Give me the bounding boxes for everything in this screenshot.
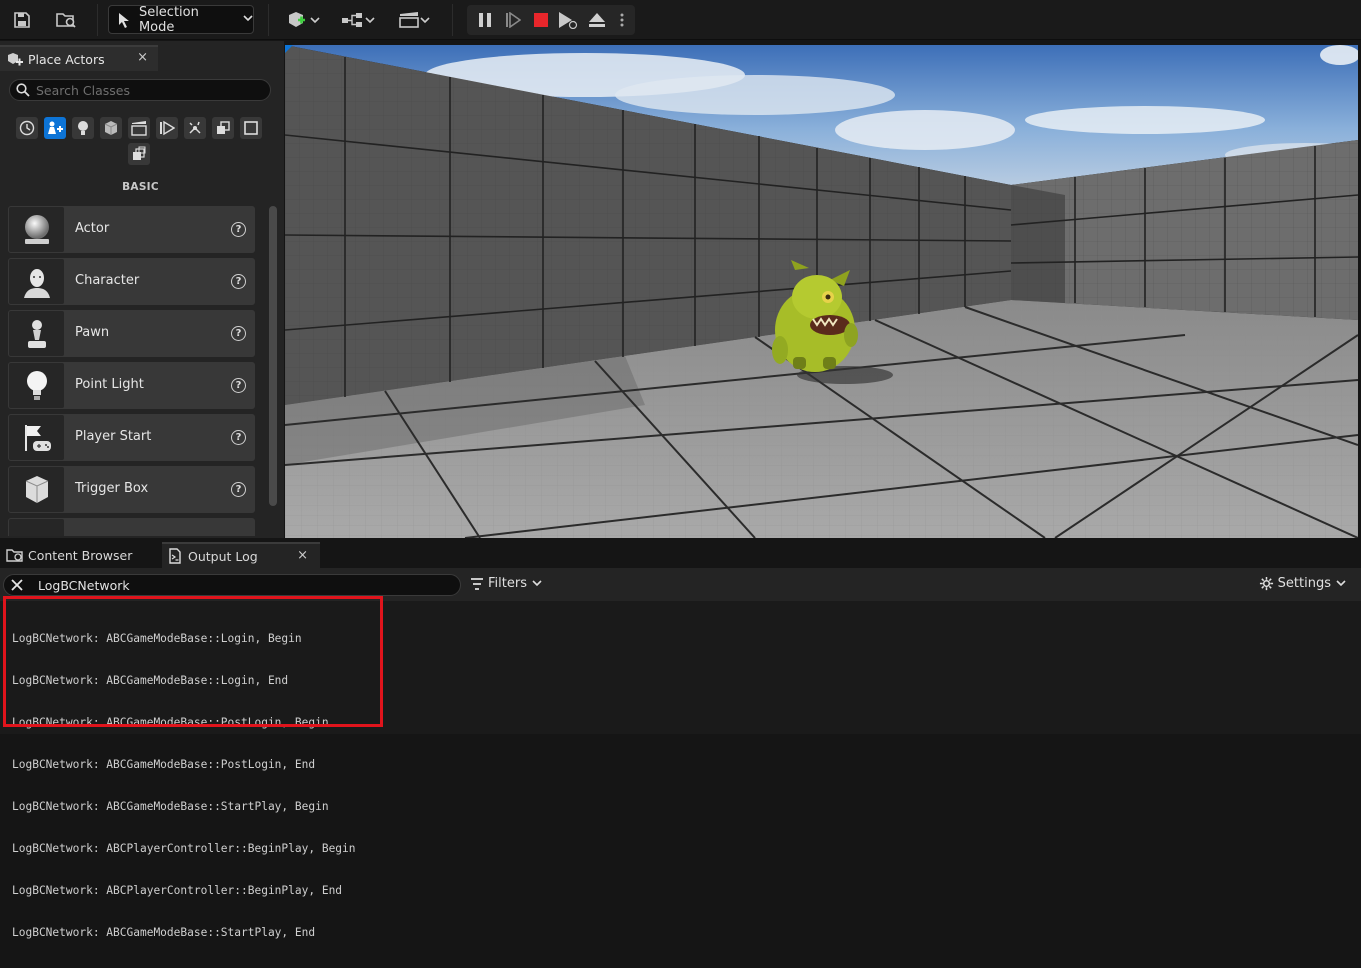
- chevron-down-icon: [1336, 580, 1346, 587]
- pawn-icon: [9, 311, 64, 356]
- actor-item-pawn[interactable]: Pawn ?: [8, 310, 255, 357]
- help-icon[interactable]: ?: [231, 430, 246, 445]
- shapes-category-icon[interactable]: [100, 117, 122, 139]
- play-controls: [467, 5, 635, 35]
- log-line: LogBCNetwork: ABCPlayerController::Begin…: [12, 842, 356, 855]
- partial-thumb-icon: [9, 519, 64, 536]
- light-bulb-icon: [9, 363, 64, 408]
- actor-item-partial[interactable]: [8, 518, 255, 536]
- basic-category-icon[interactable]: [44, 117, 66, 139]
- cinematic-category-icon[interactable]: [128, 117, 150, 139]
- clapperboard-icon: [399, 12, 419, 28]
- viewport-corner-marker: [285, 45, 293, 53]
- filters-dropdown[interactable]: Filters: [470, 576, 542, 591]
- category-heading: BASIC: [122, 181, 159, 193]
- actor-item-character[interactable]: Character ?: [8, 258, 255, 305]
- search-classes-field[interactable]: [9, 79, 271, 101]
- all-classes-category-icon[interactable]: [212, 117, 234, 139]
- actor-item-label: Player Start: [75, 429, 152, 444]
- character-icon: [9, 259, 64, 304]
- help-icon[interactable]: ?: [231, 482, 246, 497]
- other-category-icon[interactable]: [128, 143, 150, 165]
- log-line: LogBCNetwork: ABCGameModeBase::PostLogin…: [12, 758, 316, 771]
- actor-item-actor[interactable]: Actor ?: [8, 206, 255, 253]
- actor-item-label: Point Light: [75, 377, 144, 392]
- chevron-down-icon: [365, 16, 375, 23]
- browse-level-icon[interactable]: [52, 5, 80, 35]
- tab-content-browser-label: Content Browser: [28, 547, 133, 563]
- highlight-annotation-box: [3, 596, 383, 727]
- content-browser-icon: [6, 549, 23, 562]
- possess-eject-icon[interactable]: [555, 5, 581, 35]
- close-icon[interactable]: ×: [297, 548, 308, 563]
- log-filter-field[interactable]: [3, 574, 461, 596]
- add-cube-icon: [289, 12, 305, 27]
- place-actors-panel: Place Actors × BASIC: [0, 41, 284, 538]
- tab-output-log[interactable]: Output Log ×: [162, 542, 320, 568]
- log-line: LogBCNetwork: ABCGameModeBase::StartPlay…: [12, 926, 316, 939]
- actor-list-scrollbar[interactable]: [269, 206, 277, 506]
- lights-category-icon[interactable]: [72, 117, 94, 139]
- settings-label: Settings: [1277, 576, 1331, 591]
- pause-icon[interactable]: [473, 5, 497, 35]
- chevron-down-icon: [420, 16, 430, 23]
- recently-placed-icon[interactable]: [16, 117, 38, 139]
- blueprints-button[interactable]: [338, 5, 378, 35]
- player-start-icon: [9, 415, 64, 460]
- tab-content-browser[interactable]: Content Browser: [0, 542, 158, 568]
- level-scene: [285, 45, 1358, 538]
- gear-icon: [1259, 576, 1273, 591]
- tab-place-actors[interactable]: Place Actors ×: [0, 45, 158, 71]
- log-filter-input[interactable]: [38, 577, 418, 593]
- help-icon[interactable]: ?: [231, 222, 246, 237]
- tab-output-log-label: Output Log: [188, 548, 258, 564]
- help-icon[interactable]: ?: [231, 326, 246, 341]
- bottom-tab-bar: Content Browser Output Log ×: [0, 540, 1361, 568]
- actor-item-label: Character: [75, 273, 140, 288]
- output-log-icon: [169, 548, 181, 564]
- visual-effects-category-icon[interactable]: [156, 117, 178, 139]
- eject-icon[interactable]: [585, 5, 609, 35]
- main-toolbar: Selection Mode: [0, 0, 1361, 40]
- clear-filter-icon[interactable]: [10, 578, 24, 592]
- settings-dropdown[interactable]: Settings: [1259, 576, 1346, 591]
- chevron-down-icon: [310, 16, 320, 23]
- chevron-down-icon: [243, 14, 253, 25]
- actor-item-player-start[interactable]: Player Start ?: [8, 414, 255, 461]
- geometry-category-icon[interactable]: [240, 117, 262, 139]
- cinematics-button[interactable]: [394, 5, 434, 35]
- add-actor-button[interactable]: [282, 5, 324, 35]
- chevron-down-icon: [532, 580, 542, 587]
- advance-frame-icon[interactable]: [501, 5, 525, 35]
- volumes-category-icon[interactable]: [184, 117, 206, 139]
- actor-item-label: Trigger Box: [75, 481, 149, 496]
- more-options-icon[interactable]: [615, 5, 629, 35]
- actor-item-label: Pawn: [75, 325, 110, 340]
- selection-mode-dropdown[interactable]: Selection Mode: [108, 4, 254, 35]
- actor-list: Actor ? Character ? Pawn ? Point Light ?: [8, 206, 255, 536]
- search-input[interactable]: [36, 82, 256, 98]
- actor-item-label: Actor: [75, 221, 110, 236]
- filters-label: Filters: [488, 576, 527, 591]
- trigger-box-icon: [9, 467, 64, 512]
- level-viewport[interactable]: [285, 45, 1358, 538]
- place-actors-icon: [8, 53, 23, 66]
- actor-item-point-light[interactable]: Point Light ?: [8, 362, 255, 409]
- cursor-icon: [118, 12, 129, 28]
- filter-icon: [471, 577, 483, 590]
- stop-icon[interactable]: [529, 5, 553, 35]
- actor-item-trigger-box[interactable]: Trigger Box ?: [8, 466, 255, 513]
- log-line: LogBCNetwork: ABCGameModeBase::StartPlay…: [12, 800, 329, 813]
- log-line: LogBCNetwork: ABCPlayerController::Begin…: [12, 884, 343, 897]
- tab-place-actors-label: Place Actors: [28, 51, 105, 67]
- help-icon[interactable]: ?: [231, 378, 246, 393]
- help-icon[interactable]: ?: [231, 274, 246, 289]
- search-icon: [16, 83, 30, 97]
- blueprint-icon: [342, 13, 362, 27]
- selection-mode-label: Selection Mode: [138, 4, 199, 35]
- close-icon[interactable]: ×: [137, 50, 148, 65]
- save-icon[interactable]: [8, 5, 36, 35]
- sphere-icon: [9, 207, 64, 252]
